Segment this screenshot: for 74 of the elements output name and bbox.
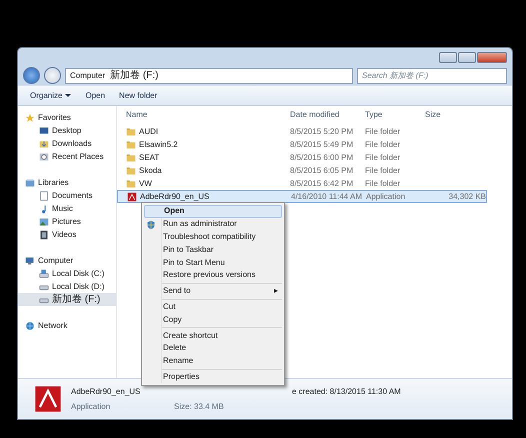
sidebar-item[interactable]: Libraries (18, 176, 116, 189)
sidebar-item[interactable]: Computer (18, 254, 116, 267)
menu-item[interactable]: Open (144, 205, 282, 218)
menu-item[interactable]: Properties (144, 370, 282, 384)
file-name: AdbeRdr90_en_US (71, 386, 142, 398)
file-row[interactable]: VW 8/5/2015 6:42 PM File folder (117, 177, 487, 190)
sidebar-item[interactable]: 新加卷 (F:) (18, 293, 116, 306)
menu-item[interactable]: Pin to Start Menu (144, 256, 282, 269)
file-row[interactable]: Skoda 8/5/2015 6:05 PM File folder (117, 164, 487, 177)
film-icon (39, 230, 49, 240)
sidebar-item[interactable]: Network (18, 319, 116, 332)
menu-item[interactable]: Pin to Taskbar (144, 243, 282, 256)
sidebar-item[interactable]: Documents (18, 189, 116, 202)
caret-icon (65, 94, 72, 97)
folder-icon (126, 166, 136, 176)
sidebar-item[interactable]: Music (18, 202, 116, 215)
sidebar-item[interactable]: Favorites (18, 111, 116, 124)
column-header[interactable]: Size (425, 109, 485, 121)
network-icon (25, 320, 35, 330)
menu-item[interactable]: Troubleshoot compatibility (144, 230, 282, 244)
menu-item[interactable]: Restore previous versions (144, 268, 282, 282)
folder-icon (126, 178, 136, 188)
folder-icon (126, 140, 136, 150)
sidebar-item[interactable]: Local Disk (C:) (18, 267, 116, 280)
search-field[interactable]: Search 新加卷 (F:) (357, 68, 507, 84)
back-button[interactable] (23, 67, 40, 84)
sidebar-item[interactable]: Desktop (18, 124, 116, 137)
download-folder-icon (39, 138, 49, 148)
file-row[interactable]: AdbeRdr90_en_US 4/16/2010 11:44 AM Application 34,302 KB (117, 190, 487, 203)
computer-icon (25, 256, 35, 266)
sidebar-item[interactable]: Downloads (18, 137, 116, 150)
column-header[interactable]: Date modified (290, 109, 365, 121)
submenu-arrow-icon: ▸ (274, 285, 278, 298)
date-created: e created: 8/13/2015 11:30 AM (292, 386, 401, 398)
recent-places-icon (39, 152, 49, 162)
file-row[interactable]: SEAT 8/5/2015 6:00 PM File folder (117, 151, 487, 164)
column-header[interactable]: Name (126, 109, 290, 121)
menu-item[interactable]: Rename (144, 354, 282, 368)
menu-item[interactable]: Delete (144, 342, 282, 355)
folder-icon (126, 126, 136, 136)
breadcrumb-item[interactable]: 新加卷 (F:) (110, 68, 158, 83)
application-icon (33, 384, 63, 414)
breadcrumb-item[interactable]: Computer (70, 70, 106, 82)
sidebar-item[interactable]: Recent Places (18, 150, 116, 163)
toolbar-button[interactable]: New folder (119, 90, 158, 102)
shield-icon (146, 220, 156, 230)
menu-item[interactable]: Send to ▸ (144, 284, 282, 298)
file-size: Size: 33.4 MB (174, 400, 225, 412)
file-type: Application (71, 400, 112, 412)
toolbar-button[interactable]: Organize (30, 90, 72, 102)
column-header[interactable]: Type (365, 109, 425, 121)
library-icon (25, 178, 35, 188)
maximize-button[interactable] (458, 52, 476, 62)
file-row[interactable]: Elsawin5.2 8/5/2015 5:49 PM File folder (117, 138, 487, 151)
picture-icon (39, 216, 49, 226)
sidebar-item[interactable]: Videos (18, 228, 116, 241)
application-icon (127, 192, 137, 202)
close-button[interactable] (477, 52, 507, 62)
menu-item[interactable]: Run as administrator (144, 218, 282, 231)
sidebar-item[interactable]: Pictures (18, 215, 116, 228)
forward-button[interactable] (44, 67, 61, 84)
minimize-button[interactable] (439, 52, 457, 62)
folder-icon (126, 152, 136, 162)
monitor-icon (39, 126, 49, 136)
drive-icon (39, 268, 49, 278)
menu-item[interactable]: Copy (144, 313, 282, 326)
document-icon (39, 190, 49, 200)
menu-item[interactable]: Cut (144, 300, 282, 314)
menu-item[interactable]: Create shortcut (144, 329, 282, 342)
toolbar-button[interactable]: Open (85, 90, 106, 102)
address-bar[interactable]: Computer 新加卷 (F:) (65, 68, 353, 84)
file-row[interactable]: AUDI 8/5/2015 5:20 PM File folder (117, 125, 487, 138)
star-icon (25, 112, 35, 122)
sidebar-item[interactable]: Local Disk (D:) (18, 280, 116, 293)
